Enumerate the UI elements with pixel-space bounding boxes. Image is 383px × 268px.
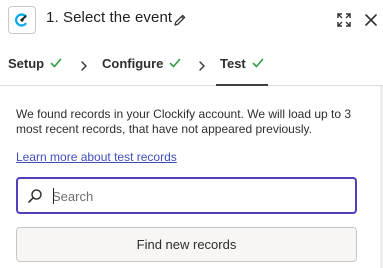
search-icon (27, 188, 43, 204)
panel-header: 1. Select the event (0, 0, 383, 40)
chevron-right-icon (79, 58, 89, 71)
clockify-logo-icon (8, 6, 36, 34)
test-description: We found records in your Clockify accoun… (16, 107, 352, 136)
text-caret (53, 188, 54, 204)
pencil-icon[interactable] (172, 12, 188, 28)
check-icon (169, 57, 181, 69)
tab-configure-label: Configure (102, 55, 164, 71)
learn-more-link[interactable]: Learn more about test records (16, 150, 177, 164)
tab-test[interactable]: Test (216, 40, 268, 86)
chevron-right-icon (197, 58, 207, 71)
search-field[interactable] (16, 177, 357, 214)
tab-setup[interactable]: Setup (8, 40, 62, 86)
expand-icon[interactable] (336, 12, 352, 28)
tab-setup-label: Setup (8, 55, 45, 71)
find-new-records-button[interactable]: Find new records (16, 227, 357, 262)
close-icon[interactable] (364, 13, 378, 27)
tab-configure[interactable]: Configure (102, 40, 181, 86)
step-tabs: Setup Configure Test (0, 40, 383, 86)
page-title: 1. Select the event (46, 9, 173, 26)
check-icon (50, 57, 62, 69)
check-icon (252, 57, 264, 69)
tab-test-label: Test (220, 55, 246, 71)
search-input[interactable] (52, 187, 342, 205)
